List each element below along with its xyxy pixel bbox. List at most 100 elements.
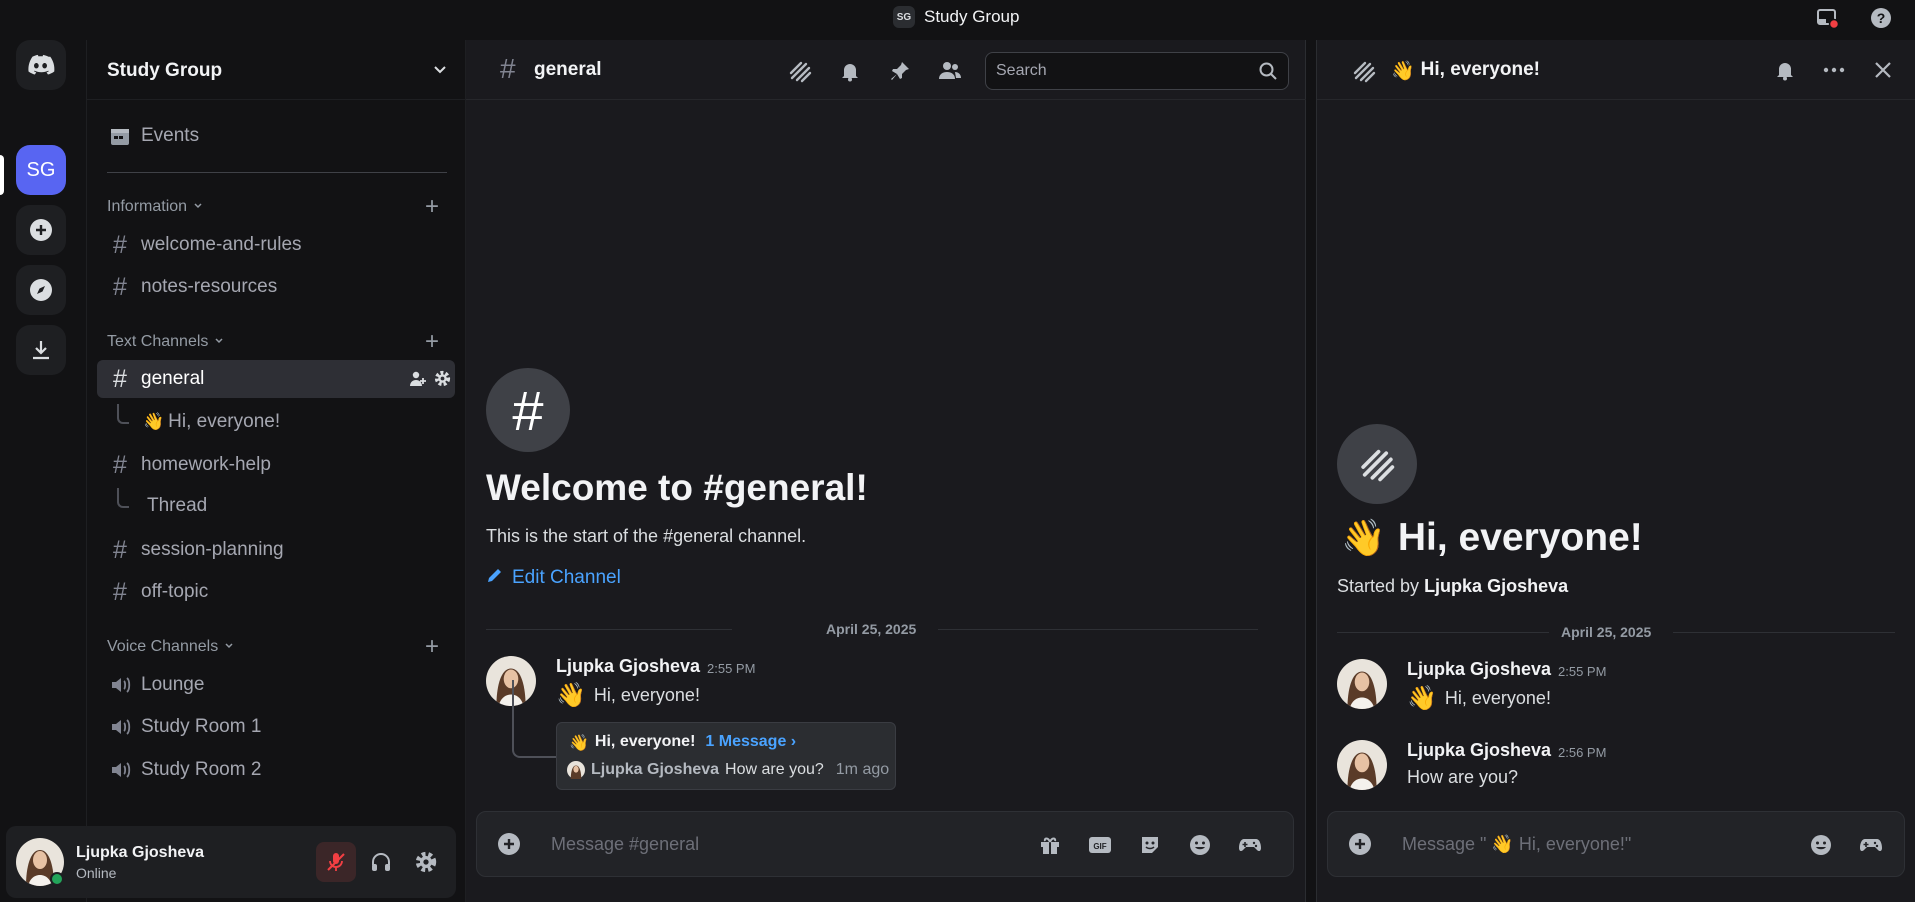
sidebar-item-homework-help[interactable]: # homework-help (97, 446, 455, 484)
avatar[interactable] (16, 838, 64, 886)
sidebar-item-study-room-2[interactable]: Study Room 2 (97, 751, 455, 789)
add-channel-icon[interactable]: + (425, 193, 439, 221)
hash-icon: # (113, 535, 127, 564)
microphone-muted-icon[interactable] (316, 842, 356, 882)
channel-sidebar: Study Group Events Information + # welco… (86, 40, 467, 902)
welcome-subtitle: This is the start of the #general channe… (486, 526, 807, 546)
chevron-down-icon (214, 333, 224, 351)
sidebar-item-general[interactable]: # general (97, 360, 455, 398)
inbox-icon[interactable] (1815, 6, 1839, 30)
active-server-indicator (0, 155, 4, 195)
thread-last-time: 1m ago (835, 761, 890, 778)
category-information[interactable]: Information (107, 198, 203, 216)
notification-bell-icon[interactable] (837, 58, 863, 84)
channel-label: homework-help (141, 454, 271, 475)
sidebar-item-lounge[interactable]: Lounge (97, 666, 455, 704)
chat-area: # general # Welcome to #general! This is… (466, 40, 1306, 902)
thread-message-count[interactable]: 1 Message › (705, 733, 796, 753)
speaker-icon (105, 716, 135, 738)
notification-bell-icon[interactable] (1774, 59, 1796, 86)
gift-icon[interactable] (1037, 832, 1063, 858)
help-icon[interactable]: ? (1869, 6, 1893, 30)
message-author[interactable]: Ljupka Gjosheva (1407, 740, 1551, 761)
category-voice-channels[interactable]: Voice Channels (107, 638, 234, 656)
chevron-down-icon (224, 638, 234, 656)
emoji-icon[interactable] (1187, 832, 1213, 858)
started-by-name[interactable]: Ljupka Gjosheva (1424, 576, 1568, 596)
sidebar-item-thread-hi-everyone[interactable]: 👋 Hi, everyone! (135, 403, 455, 441)
sidebar-item-study-room-1[interactable]: Study Room 1 (97, 708, 455, 746)
thread-card-title: Hi, everyone! (594, 733, 696, 750)
user-settings-gear-icon[interactable] (406, 842, 446, 882)
add-channel-icon[interactable]: + (425, 328, 439, 356)
category-label: Text Channels (107, 333, 209, 350)
message-author[interactable]: Ljupka Gjosheva (1407, 659, 1551, 680)
activities-gamepad-icon[interactable] (1858, 832, 1884, 858)
message-content: 👋 Hi, everyone! (556, 681, 700, 710)
more-options-icon[interactable] (1822, 59, 1846, 86)
thread-last-text: How are you? (725, 761, 824, 778)
search-input[interactable] (986, 53, 1236, 89)
server-mini-icon: SG (893, 6, 915, 28)
message-timestamp: 2:55 PM (707, 661, 756, 676)
svg-text:GIF: GIF (1093, 842, 1106, 851)
message-content: 👋 Hi, everyone! (1407, 684, 1551, 713)
avatar[interactable] (1337, 659, 1387, 709)
category-text-channels[interactable]: Text Channels (107, 333, 224, 351)
activities-gamepad-icon[interactable] (1237, 832, 1263, 858)
guild-header[interactable]: Study Group (87, 40, 467, 100)
pencil-icon (486, 566, 504, 590)
hash-icon: # (113, 450, 127, 479)
sidebar-item-welcome-and-rules[interactable]: # welcome-and-rules (97, 226, 455, 264)
sidebar-item-thread[interactable]: Thread (135, 487, 455, 525)
sticker-icon[interactable] (1137, 832, 1163, 858)
add-channel-icon[interactable]: + (425, 633, 439, 661)
server-study-group[interactable]: SG (16, 145, 66, 195)
channel-label: general (141, 368, 205, 389)
gear-icon[interactable] (433, 369, 452, 393)
events-item[interactable]: Events (97, 117, 455, 155)
hash-icon: # (113, 364, 127, 393)
add-attachment-icon[interactable] (497, 832, 521, 861)
member-list-icon[interactable] (937, 58, 963, 84)
message-content: How are you? (1407, 767, 1518, 788)
wave-emoji: 👋 (556, 682, 586, 709)
user-panel: Ljupka Gjosheva Online (6, 826, 456, 898)
sidebar-item-session-planning[interactable]: # session-planning (97, 531, 455, 569)
thread-started-by: Started by Ljupka Gjosheva (1337, 576, 1568, 597)
message-author[interactable]: Ljupka Gjosheva (556, 656, 700, 677)
thread-message-input[interactable] (1402, 826, 1802, 862)
discord-home-button[interactable] (16, 40, 66, 90)
pin-icon[interactable] (887, 58, 913, 84)
threads-icon[interactable] (787, 58, 813, 84)
sidebar-item-notes-resources[interactable]: # notes-resources (97, 268, 455, 306)
headphones-icon[interactable] (361, 842, 401, 882)
voice-channel-label: Lounge (141, 674, 205, 695)
thread-preview-card[interactable]: 👋 Hi, everyone! 1 Message › Ljupka Gjosh… (556, 722, 896, 790)
emoji-icon[interactable] (1808, 832, 1834, 858)
discover-compass-icon[interactable] (16, 265, 66, 315)
sidebar-item-off-topic[interactable]: # off-topic (97, 573, 455, 611)
create-invite-icon[interactable] (409, 370, 427, 393)
message-input[interactable] (551, 826, 1011, 862)
chevron-down-icon (193, 198, 203, 216)
add-server-button[interactable] (16, 205, 66, 255)
date-divider-line (486, 629, 732, 630)
server-list: SG (0, 34, 82, 902)
voice-channel-label: Study Room 2 (141, 759, 262, 780)
close-icon[interactable] (1873, 60, 1893, 85)
wave-emoji: 👋 (569, 735, 589, 752)
edit-channel-link[interactable]: Edit Channel (486, 566, 621, 590)
channel-label: session-planning (141, 539, 284, 560)
category-label: Voice Channels (107, 638, 219, 655)
download-icon[interactable] (16, 325, 66, 375)
add-attachment-icon[interactable] (1348, 832, 1372, 861)
hash-icon: # (113, 230, 127, 259)
search-box[interactable] (985, 52, 1289, 90)
gif-icon[interactable]: GIF (1087, 832, 1113, 858)
avatar[interactable] (1337, 740, 1387, 790)
message-timestamp: 2:55 PM (1558, 664, 1607, 679)
speaker-icon (105, 674, 135, 696)
thread-connector (512, 680, 558, 758)
window-title: Study Group (924, 7, 1020, 26)
